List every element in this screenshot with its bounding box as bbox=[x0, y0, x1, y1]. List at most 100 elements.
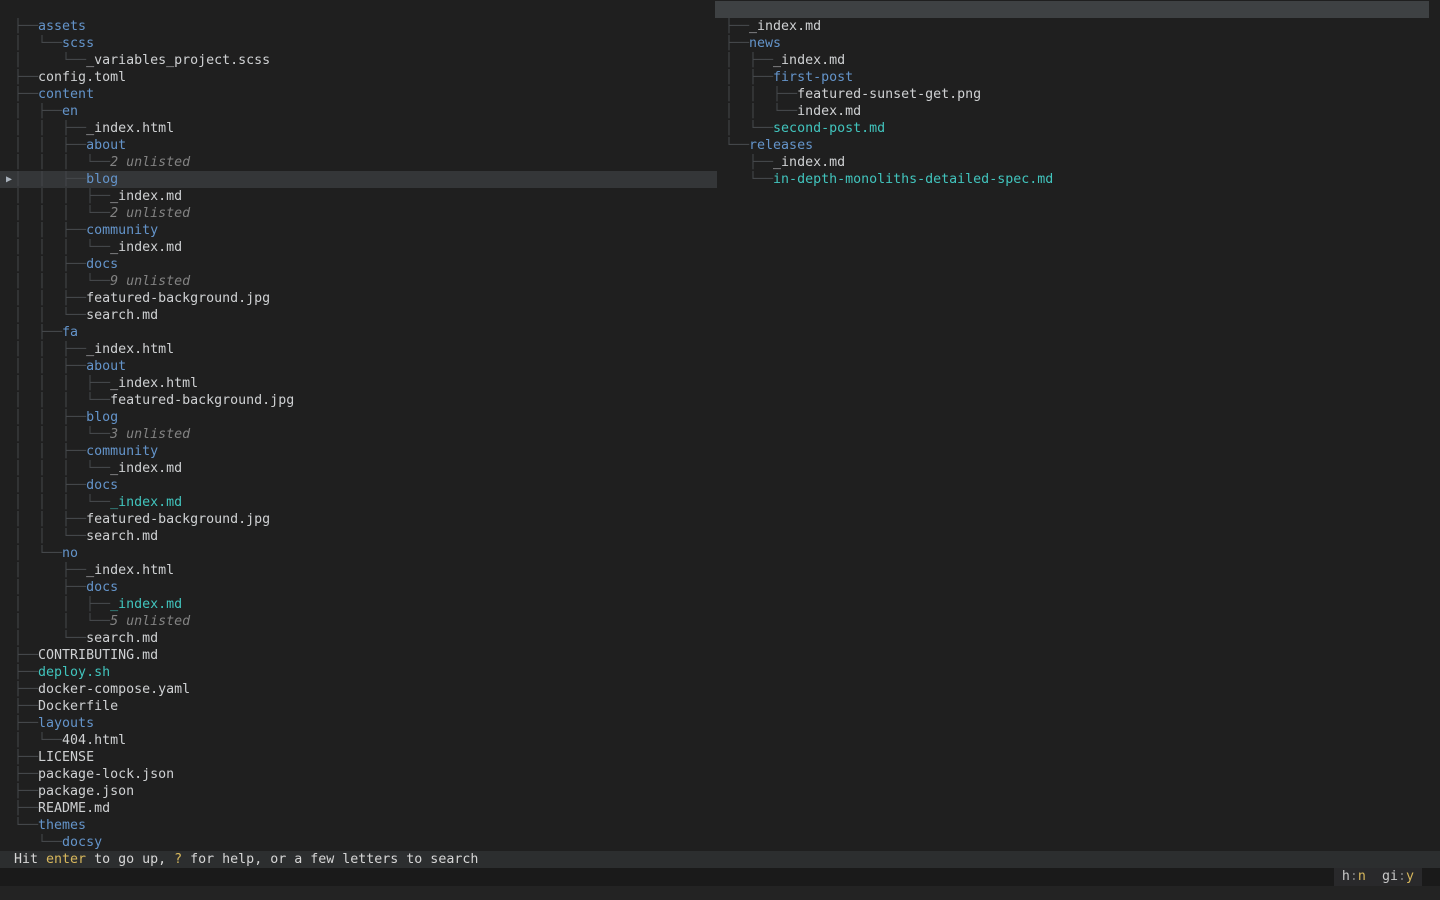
tree-row[interactable]: ├──assets bbox=[0, 18, 717, 35]
tree-branch-lines: │ │ │ └── bbox=[14, 274, 110, 289]
tree-row[interactable]: │ │ ├──about bbox=[0, 137, 717, 154]
dir-name: assets bbox=[38, 19, 86, 34]
status-accent-text: enter bbox=[46, 852, 86, 867]
tree-branch-lines: ├── bbox=[14, 699, 38, 714]
tree-row[interactable]: │ ├──_index.html bbox=[0, 562, 717, 579]
tree-row[interactable]: │ │ │ ├──_index.html bbox=[0, 375, 717, 392]
tree-row[interactable]: │ │ ├──_index.md bbox=[0, 596, 717, 613]
tree-row[interactable]: │ │ └──search.md bbox=[0, 528, 717, 545]
tree-branch-lines: │ │ │ └── bbox=[14, 495, 110, 510]
tree-row[interactable]: │ │ ├──featured-background.jpg bbox=[0, 290, 717, 307]
tree-branch-lines: │ ├── bbox=[725, 53, 773, 68]
dir-name: first-post bbox=[773, 70, 853, 85]
tree-row[interactable]: │ │ │ └──2 unlisted bbox=[0, 205, 717, 222]
tree-row[interactable]: │ │ │ └──9 unlisted bbox=[0, 273, 717, 290]
tree-row[interactable]: ├──deploy.sh bbox=[0, 664, 717, 681]
tree-row[interactable]: ├──layouts bbox=[0, 715, 717, 732]
tree-branch-lines: │ │ ├── bbox=[14, 121, 86, 136]
tree-row[interactable]: │ │ ├──about bbox=[0, 358, 717, 375]
tree-row[interactable]: │ │ │ ├──_index.md bbox=[0, 188, 717, 205]
tree-row[interactable]: │ ├──en bbox=[0, 103, 717, 120]
tree-row[interactable]: │ ├──fa bbox=[0, 324, 717, 341]
tree-row[interactable]: │ └──search.md bbox=[0, 630, 717, 647]
file-name: CONTRIBUTING.md bbox=[38, 648, 158, 663]
tree-row[interactable]: ├──CONTRIBUTING.md bbox=[0, 647, 717, 664]
tree-branch-lines: │ │ │ ├── bbox=[14, 189, 110, 204]
unlisted-count: 5 unlisted bbox=[110, 614, 190, 629]
tree-row[interactable]: │ │ ├──community bbox=[0, 222, 717, 239]
tree-branch-lines: ├── bbox=[14, 750, 38, 765]
file-name: _index.md bbox=[110, 240, 182, 255]
tree-row[interactable]: │ └──404.html bbox=[0, 732, 717, 749]
tree-row[interactable]: ├──package.json bbox=[0, 783, 717, 800]
file-name: _index.html bbox=[86, 563, 174, 578]
tree-branch-lines: │ │ ├── bbox=[14, 410, 86, 425]
tree-branch-lines: │ │ │ ├── bbox=[14, 376, 110, 391]
tree-branch-lines: │ │ ├── bbox=[14, 138, 86, 153]
tree-row[interactable]: ├──docker-compose.yaml bbox=[0, 681, 717, 698]
dir-name: about bbox=[86, 138, 126, 153]
tree-row[interactable]: │ │ │ └──_index.md bbox=[0, 494, 717, 511]
tree-branch-lines: │ └── bbox=[14, 631, 86, 646]
tree-row[interactable]: │ │ ├──docs bbox=[0, 256, 717, 273]
command-input-left[interactable]: :e bbox=[0, 868, 715, 886]
tree-row[interactable]: ├──config.toml bbox=[0, 69, 717, 86]
tree-row[interactable]: │ │ ├──featured-sunset-get.png bbox=[715, 86, 1440, 103]
tree-row[interactable]: │ │ ├──featured-background.jpg bbox=[0, 511, 717, 528]
tree-row[interactable]: │ │ │ └──_index.md bbox=[0, 460, 717, 477]
command-input-right[interactable] bbox=[716, 868, 1440, 886]
tree-row[interactable]: │ ├──_index.md bbox=[715, 52, 1440, 69]
tree-row[interactable]: │ │ │ └──3 unlisted bbox=[0, 426, 717, 443]
tree-row[interactable]: └──docsy bbox=[0, 834, 717, 851]
tree-row[interactable]: │ │ └──5 unlisted bbox=[0, 613, 717, 630]
tree-row[interactable]: │ └──no bbox=[0, 545, 717, 562]
tree-branch-lines: │ │ ├── bbox=[14, 257, 86, 272]
file-name: docker-compose.yaml bbox=[38, 682, 190, 697]
tree-row[interactable]: ├──news bbox=[715, 35, 1440, 52]
tree-row[interactable]: │ ├──first-post bbox=[715, 69, 1440, 86]
tree-branch-lines: ├── bbox=[725, 36, 749, 51]
flag-separator: : bbox=[1350, 869, 1358, 884]
tree-row[interactable]: └──releases bbox=[715, 137, 1440, 154]
tree-row[interactable]: │ │ │ └──featured-background.jpg bbox=[0, 392, 717, 409]
tree-row[interactable]: │ └──second-post.md bbox=[715, 120, 1440, 137]
tree-row[interactable]: │ │ ├──community bbox=[0, 443, 717, 460]
tree-row[interactable]: └──in-depth-monoliths-detailed-spec.md bbox=[715, 171, 1440, 188]
tree-branch-lines: │ │ ├── bbox=[14, 478, 86, 493]
tree-row[interactable]: ├──README.md bbox=[0, 800, 717, 817]
tree-branch-lines: └── bbox=[725, 138, 749, 153]
tree-branch-lines: ├── bbox=[14, 648, 38, 663]
tree-branch-lines: │ └── bbox=[14, 53, 86, 68]
tree-row[interactable]: ├──content bbox=[0, 86, 717, 103]
file-browser-app: /home/example-user/docsy-example ├──asse… bbox=[0, 0, 1440, 900]
tree-branch-lines: │ │ │ └── bbox=[14, 393, 110, 408]
file-name: config.toml bbox=[38, 70, 126, 85]
tree-row[interactable]: ├──Dockerfile bbox=[0, 698, 717, 715]
tree-branch-lines: │ │ ├── bbox=[14, 597, 110, 612]
tree-row[interactable]: │ │ └──index.md bbox=[715, 103, 1440, 120]
tree-row[interactable]: │ │ │ └──_index.md bbox=[0, 239, 717, 256]
tree-row[interactable]: │ │ ├──blog bbox=[0, 409, 717, 426]
file-name: featured-background.jpg bbox=[86, 512, 270, 527]
tree-branch-lines: ├── bbox=[14, 665, 38, 680]
tree-row[interactable]: └──themes bbox=[0, 817, 717, 834]
tree-row[interactable]: │ │ │ └──2 unlisted bbox=[0, 154, 717, 171]
dir-name: docs bbox=[86, 478, 118, 493]
tree-row[interactable]: │ ├──docs bbox=[0, 579, 717, 596]
tree-row[interactable]: │ │ ├──docs bbox=[0, 477, 717, 494]
tree-row[interactable]: ├──LICENSE bbox=[0, 749, 717, 766]
tree-row[interactable]: ▶│ │ ├──blog bbox=[0, 171, 717, 188]
tree-row[interactable]: ├──_index.md bbox=[715, 18, 1440, 35]
dir-name: content bbox=[38, 87, 94, 102]
tree-row[interactable]: │ └──scss bbox=[0, 35, 717, 52]
tree-row[interactable]: │ │ ├──_index.html bbox=[0, 341, 717, 358]
tree-branch-lines: ├── bbox=[14, 767, 38, 782]
file-name: _index.md bbox=[773, 53, 845, 68]
tree-row[interactable]: │ │ ├──_index.html bbox=[0, 120, 717, 137]
status-accent-text: ? bbox=[174, 852, 182, 867]
tree-row[interactable]: ├──_index.md bbox=[715, 154, 1440, 171]
tree-row[interactable]: ├──package-lock.json bbox=[0, 766, 717, 783]
panel-right: /home/example-user/docsy-example/content… bbox=[715, 0, 1440, 851]
tree-row[interactable]: │ └──_variables_project.scss bbox=[0, 52, 717, 69]
tree-row[interactable]: │ │ └──search.md bbox=[0, 307, 717, 324]
